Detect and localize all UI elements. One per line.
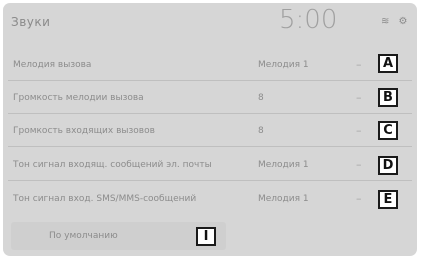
callout-marker-a: A	[378, 54, 398, 73]
setting-row-ringtone-volume[interactable]: Громкость мелодии вызова 8 –	[3, 84, 417, 114]
dropdown-indicator-icon: –	[356, 192, 362, 205]
setting-value: Мелодия 1	[258, 194, 309, 204]
callout-marker-d: D	[378, 156, 398, 175]
dropdown-indicator-icon: –	[356, 124, 362, 137]
page-title: Звуки	[11, 15, 51, 29]
callout-marker-e: E	[378, 190, 398, 209]
setting-label: Тон сигнал входящ. сообщений эл. почты	[13, 160, 212, 170]
setting-label: Тон сигнал вход. SMS/MMS-сообщений	[13, 194, 197, 204]
dropdown-indicator-icon: –	[356, 91, 362, 104]
callout-marker-i: I	[196, 227, 216, 246]
callout-marker-c: C	[378, 121, 398, 140]
divider	[8, 180, 412, 181]
setting-value: Мелодия 1	[258, 60, 309, 70]
divider	[8, 113, 412, 114]
default-button-label: По умолчанию	[49, 231, 118, 241]
sound-settings-screen: Звуки 5:00 ≋ ⚙ Мелодия вызова Мелодия 1 …	[3, 3, 417, 256]
setting-value: 8	[258, 126, 264, 136]
setting-row-email-tone[interactable]: Тон сигнал входящ. сообщений эл. почты М…	[3, 151, 417, 181]
dropdown-indicator-icon: –	[356, 58, 362, 71]
divider	[8, 146, 412, 147]
setting-row-ringtone[interactable]: Мелодия вызова Мелодия 1 –	[3, 51, 417, 81]
callout-marker-b: B	[378, 88, 398, 107]
divider	[8, 80, 412, 81]
setting-value: Мелодия 1	[258, 160, 309, 170]
clock: 5:00	[279, 5, 338, 35]
default-button[interactable]: По умолчанию	[11, 222, 226, 250]
setting-label: Мелодия вызова	[13, 60, 92, 70]
dropdown-indicator-icon: –	[356, 158, 362, 171]
setting-label: Громкость входящих вызовов	[13, 126, 155, 136]
setting-value: 8	[258, 93, 264, 103]
setting-row-sms-tone[interactable]: Тон сигнал вход. SMS/MMS-сообщений Мелод…	[3, 185, 417, 215]
setting-row-incoming-call-volume[interactable]: Громкость входящих вызовов 8 –	[3, 117, 417, 147]
setting-label: Громкость мелодии вызова	[13, 93, 144, 103]
status-icons: ≋ ⚙	[381, 16, 411, 27]
